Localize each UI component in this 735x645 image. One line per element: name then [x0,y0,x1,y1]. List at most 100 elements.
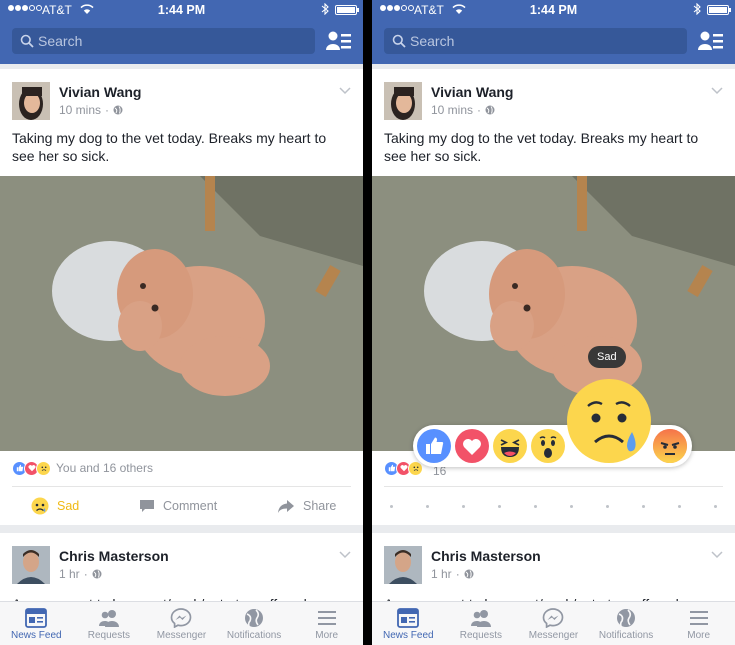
tab-label: More [315,630,339,641]
tab-label: News Feed [383,630,434,641]
divider [384,486,723,487]
friend-requests-icon [98,610,119,627]
news-feed-icon [25,608,48,628]
tab-bar: News Feed Requests Messenger Notificatio… [0,601,363,645]
post-text: Taking my dog to the vet today. Breaks m… [12,130,327,164]
globe-icon [617,609,636,627]
tab-label: More [687,630,711,641]
angry-face-icon [653,429,687,463]
search-input[interactable] [410,28,680,54]
tab-messenger[interactable]: Messenger [517,602,590,645]
post-meta: 1 hr · [59,567,102,581]
tab-label: Notifications [226,630,282,641]
search-bar[interactable] [384,28,687,54]
tab-label: Notifications [598,630,654,641]
tab-bar: News Feed Requests Messenger Notificatio… [372,601,735,645]
post-actions: Sad Comment Share [0,494,363,518]
app-header: AT&T 1:44 PM [372,0,735,64]
post-author[interactable]: Vivian Wang [59,84,141,100]
feed-post: Vivian Wang 10 mins · Taking my dog to t… [372,69,735,525]
post-meta: 10 mins · [59,103,123,117]
sad-reaction-button[interactable]: Sad [31,494,79,518]
app-header: AT&T 1:44 PM [0,0,363,64]
tab-notifications[interactable]: Notifications [590,602,663,645]
chevron-down-icon[interactable] [339,87,351,95]
avatar[interactable] [384,546,422,584]
tab-messenger[interactable]: Messenger [145,602,218,645]
post-text: Taking my dog to the vet today. Breaks m… [384,130,699,164]
sad-face-icon [567,379,651,463]
tab-requests[interactable]: Requests [445,602,518,645]
phone-screen-left: AT&T 1:44 PM Vivian Wang 10 mins · Takin… [0,0,363,645]
tab-label: Requests [87,630,131,641]
tab-news-feed[interactable]: News Feed [372,602,445,645]
post-timestamp: 1 hr [59,567,80,581]
messenger-icon [171,608,192,628]
sad-face-icon [31,497,49,515]
reactions-summary[interactable]: You and 16 others [12,460,153,476]
angry-reaction-option[interactable] [653,429,687,463]
globe-icon [113,105,123,115]
post-photo[interactable] [0,176,363,451]
sad-reaction-icon [36,460,51,476]
share-label: Share [303,499,337,513]
wow-reaction-option[interactable] [531,429,565,463]
post-author[interactable]: Chris Masterson [431,548,541,564]
globe-icon [92,569,102,579]
status-bar: AT&T 1:44 PM [0,0,363,20]
search-bar[interactable] [12,28,315,54]
feed-post: Vivian Wang 10 mins · Taking my dog to t… [0,69,363,525]
avatar[interactable] [12,546,50,584]
bluetooth-icon [321,3,329,15]
clock: 1:44 PM [157,3,206,17]
tab-label: Requests [459,630,503,641]
surprised-face-icon [539,436,557,458]
news-feed-icon [397,608,420,628]
friends-list-icon[interactable] [326,30,352,52]
heart-icon [463,439,481,455]
post-author[interactable]: Vivian Wang [431,84,513,100]
sad-label: Sad [57,499,80,513]
avatar[interactable] [384,82,422,120]
post-timestamp: 10 mins [431,103,474,117]
search-icon [20,34,34,48]
chevron-down-icon[interactable] [711,551,723,559]
search-input[interactable] [38,28,308,54]
tab-more[interactable]: More [290,602,363,645]
comment-label: Comment [163,499,218,513]
thumbs-up-icon [426,437,444,454]
post-photo[interactable] [372,176,735,451]
search-icon [392,34,406,48]
love-reaction-option[interactable] [455,429,489,463]
comment-button[interactable]: Comment [139,494,217,518]
globe-icon [245,609,264,627]
haha-reaction-option[interactable] [493,429,527,463]
reactions-summary[interactable] [384,460,423,476]
post-timestamp: 10 mins [59,103,102,117]
tab-label: News Feed [11,630,62,641]
post-meta: 1 hr · [431,567,474,581]
post-timestamp: 1 hr [431,567,452,581]
tab-more[interactable]: More [662,602,735,645]
globe-icon [464,569,474,579]
clock: 1:44 PM [529,3,578,17]
share-button[interactable]: Share [277,494,336,518]
chevron-down-icon[interactable] [339,551,351,559]
tab-requests[interactable]: Requests [73,602,146,645]
friend-requests-icon [470,610,491,627]
tab-news-feed[interactable]: News Feed [0,602,73,645]
friends-list-icon[interactable] [698,30,724,52]
tab-notifications[interactable]: Notifications [218,602,291,645]
sad-reaction-option-selected[interactable] [566,378,652,464]
post-author[interactable]: Chris Masterson [59,548,169,564]
battery-icon [335,5,359,15]
laughing-face-icon [500,439,520,457]
like-reaction-option[interactable] [417,429,451,463]
comment-icon [140,499,154,512]
status-bar: AT&T 1:44 PM [372,0,735,20]
tab-label: Messenger [528,630,579,641]
avatar[interactable] [12,82,50,120]
chevron-down-icon[interactable] [711,87,723,95]
loading-dots [390,505,717,509]
reaction-tooltip: Sad [588,346,626,368]
